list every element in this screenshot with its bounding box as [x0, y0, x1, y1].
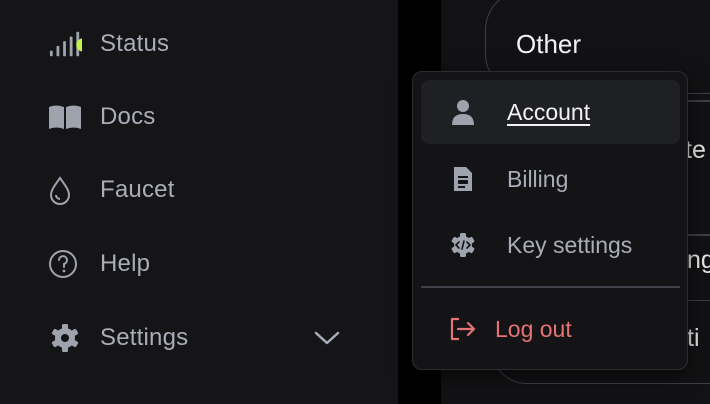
invoice-icon [445, 165, 481, 193]
logout-icon [445, 317, 481, 341]
sidebar-item-status[interactable]: Status [48, 26, 348, 62]
code-gear-icon [445, 232, 481, 258]
menu-item-key-settings[interactable]: Key settings [421, 213, 680, 277]
menu-item-label: Key settings [507, 231, 633, 258]
other-label: Other [516, 29, 582, 59]
signal-status-icon [48, 29, 82, 59]
menu-divider [421, 286, 680, 288]
sidebar-item-settings[interactable]: Settings [48, 320, 348, 356]
droplet-icon [48, 175, 82, 205]
sidebar-item-label: Docs [100, 103, 156, 130]
obscured-text: te [685, 136, 706, 164]
menu-item-logout[interactable]: Log out [421, 297, 680, 361]
menu-item-billing[interactable]: Billing [421, 147, 680, 211]
menu-item-label: Billing [507, 165, 569, 192]
menu-item-label: Log out [495, 315, 572, 342]
obscured-text: ti [687, 324, 700, 352]
chevron-down-icon[interactable] [314, 326, 340, 350]
sidebar-item-label: Status [100, 30, 170, 57]
sidebar-item-docs[interactable]: Docs [48, 99, 348, 135]
sidebar-item-label: Settings [100, 324, 189, 351]
book-icon [48, 102, 82, 132]
sidebar-item-help[interactable]: Help [48, 246, 348, 282]
account-dropdown-menu: Account Billing Key settings Log out [412, 71, 688, 370]
sidebar-item-label: Help [100, 250, 151, 277]
menu-item-account[interactable]: Account [421, 80, 680, 144]
sidebar-item-faucet[interactable]: Faucet [48, 172, 348, 208]
sidebar-item-label: Faucet [100, 176, 175, 203]
obscured-text: ng [687, 246, 710, 274]
menu-item-label: Account [507, 98, 591, 125]
help-circle-icon [48, 249, 82, 279]
user-icon [445, 98, 481, 126]
gear-icon [48, 323, 82, 353]
sidebar: Status Docs Faucet Help Settings [0, 0, 398, 404]
